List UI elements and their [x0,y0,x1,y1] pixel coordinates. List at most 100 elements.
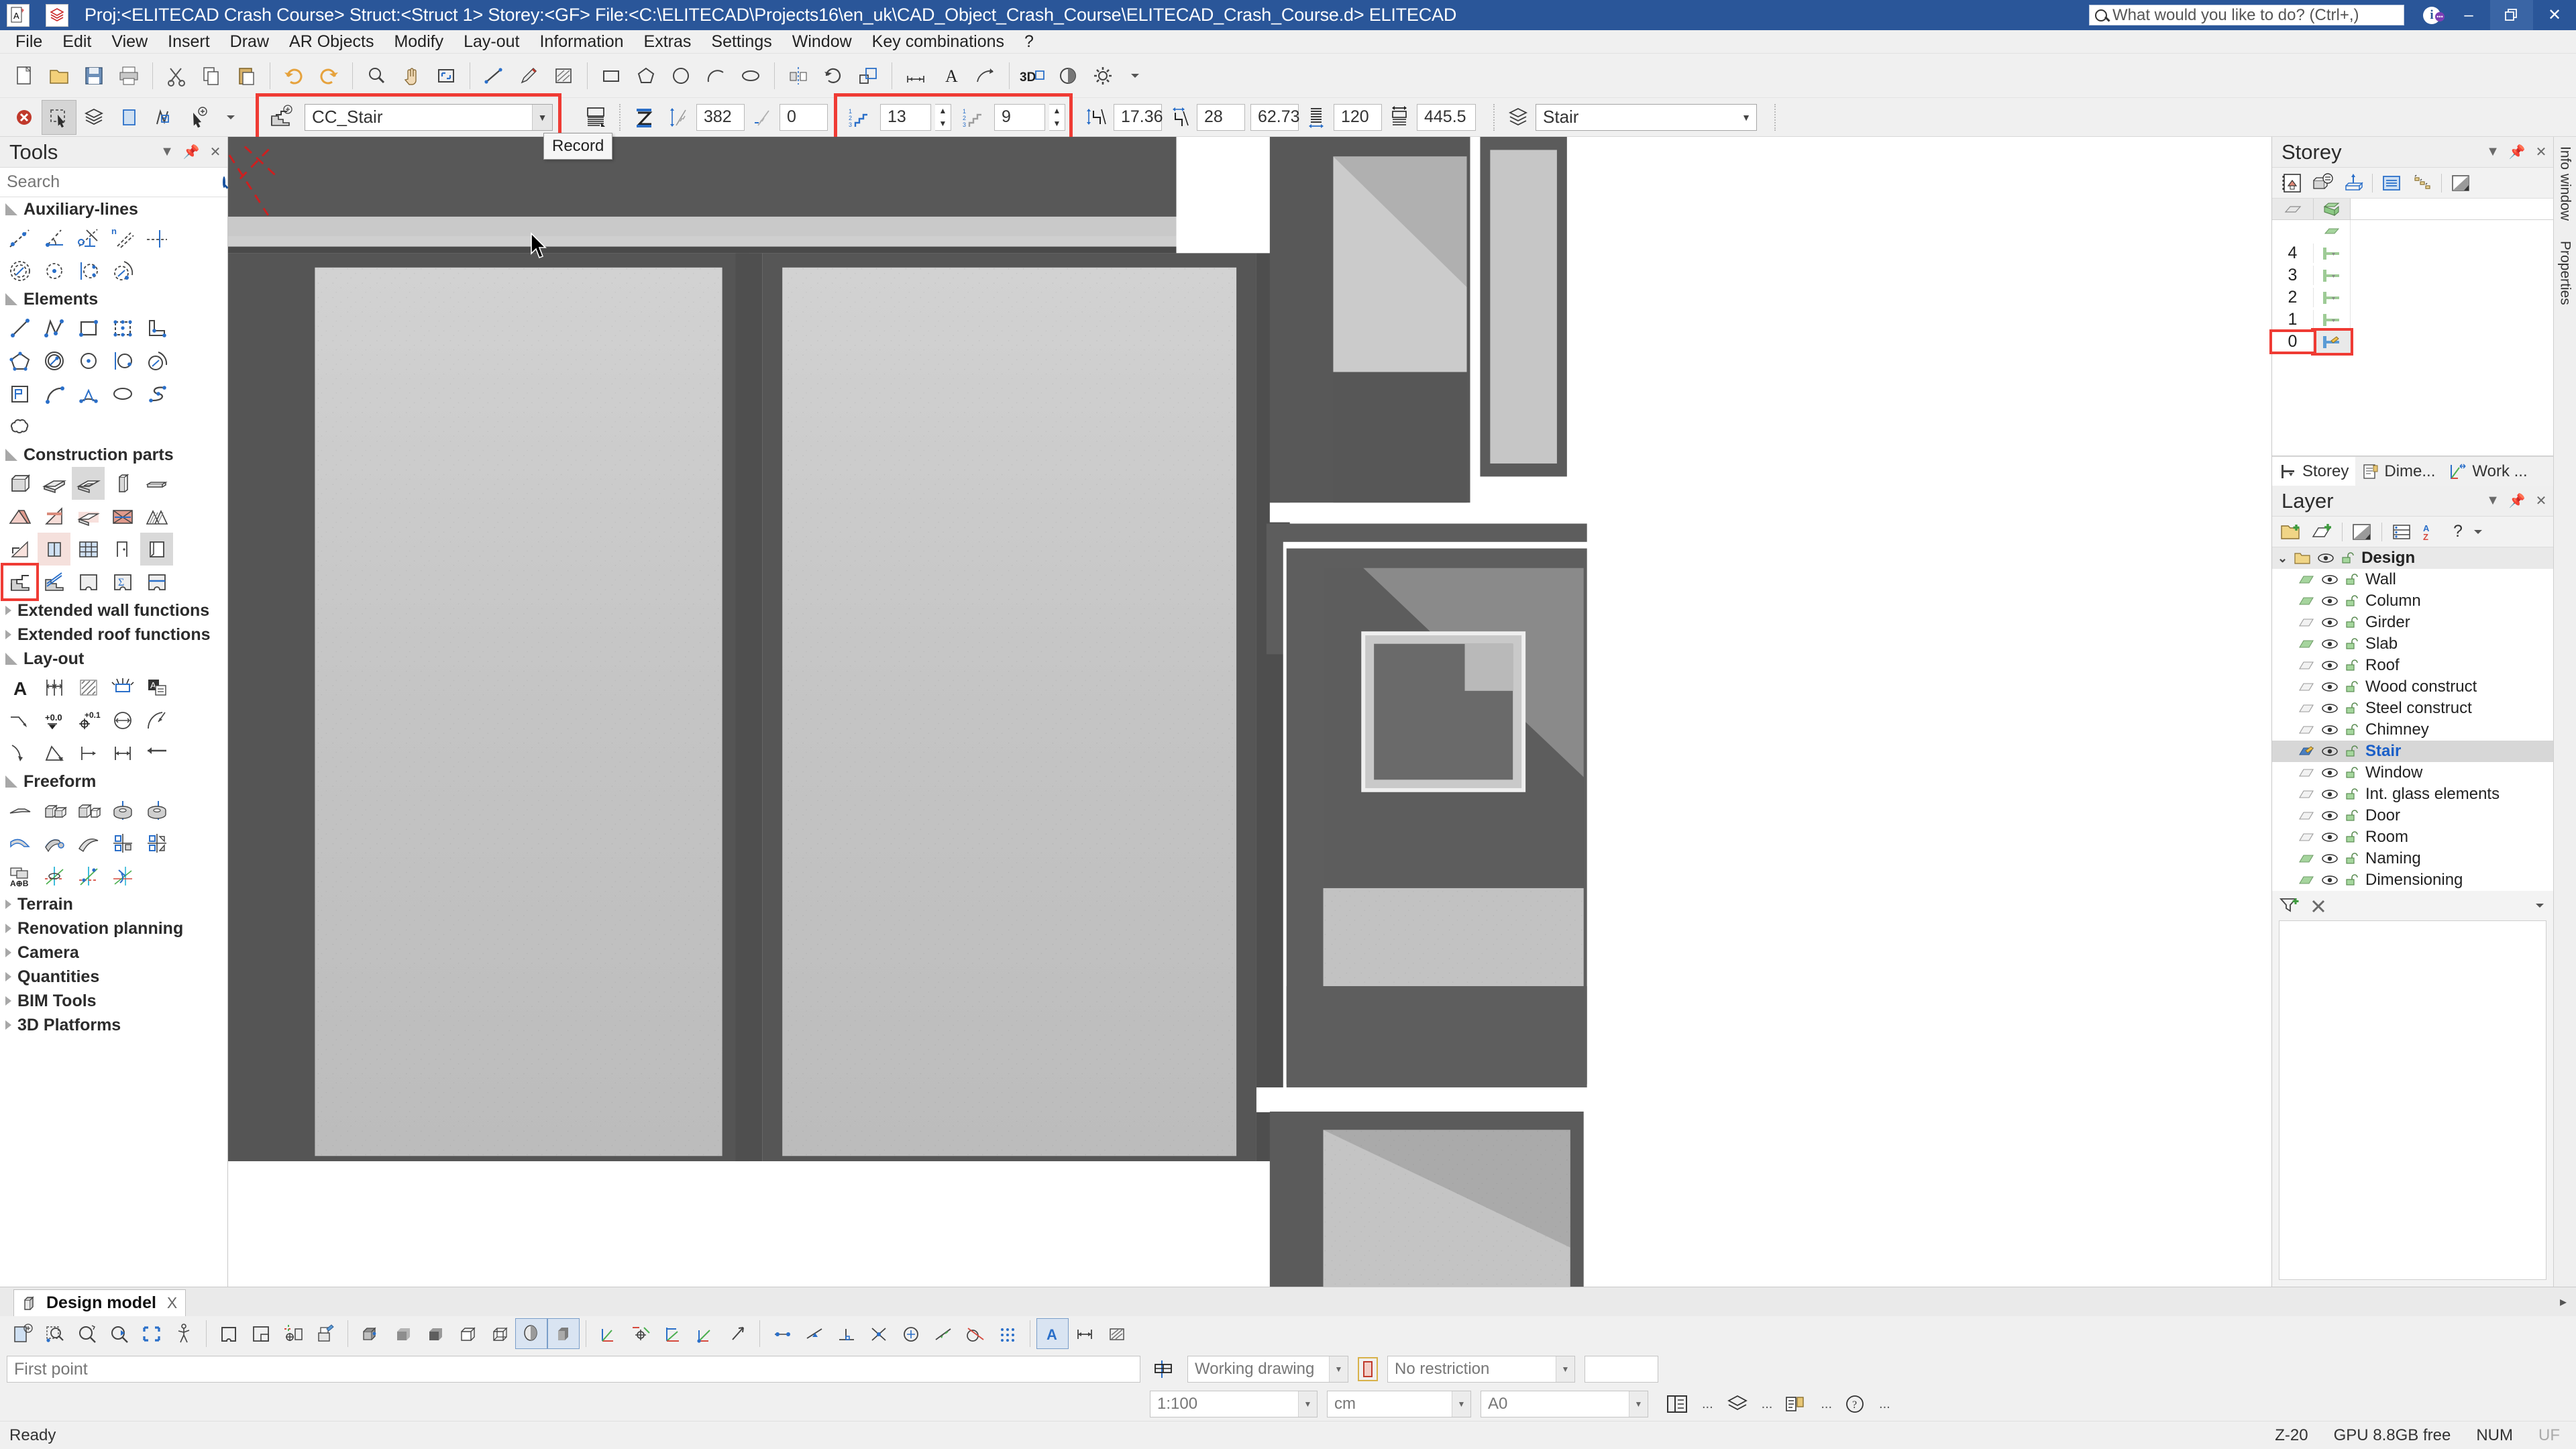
paper-size-combo[interactable]: A0 ▼ [1481,1391,1648,1417]
3d-hidden-icon[interactable] [483,1318,515,1349]
wall-icon[interactable] [3,467,36,500]
help-quick-icon[interactable]: ? [1844,1393,1867,1415]
snap-intersection-icon[interactable] [863,1318,895,1349]
freeform-solid-icon[interactable] [38,794,70,826]
span-dim-icon[interactable] [106,737,139,769]
window-grid-icon[interactable] [72,533,105,566]
filter-icon[interactable] [2279,896,2302,915]
info-button[interactable]: i ••• [2416,6,2447,24]
visibility-eye-icon[interactable] [2321,596,2339,606]
linear-dim-icon[interactable] [72,737,105,769]
layer-color-icon[interactable] [2298,810,2315,821]
room-divider-icon[interactable] [140,566,173,598]
hatch-fill-icon[interactable] [72,671,105,704]
aux-parallel-n-icon[interactable]: n [106,221,139,254]
pan-icon[interactable] [394,58,429,93]
visibility-eye-icon[interactable] [2321,724,2339,735]
layer-row[interactable]: Column [2272,590,2553,612]
storey-row[interactable]: 3 [2272,264,2553,286]
toolbar-overflow-icon[interactable] [1120,60,1150,91]
zoom-fit-icon[interactable] [136,1318,168,1349]
offset-icon[interactable] [745,100,780,135]
layer-row[interactable]: Window [2272,762,2553,784]
opening-icon[interactable] [140,533,173,566]
layer-properties-icon[interactable] [2386,518,2417,546]
visibility-eye-icon[interactable] [2321,703,2339,714]
layer-row[interactable]: Naming [2272,848,2553,869]
menu-item-window[interactable]: Window [782,30,862,54]
settings-gear-icon[interactable] [1085,58,1120,93]
rotate-icon[interactable] [816,58,851,93]
column-icon[interactable] [106,467,139,500]
zoom-in-icon[interactable] [71,1318,103,1349]
layer-row[interactable]: Room [2272,826,2553,848]
height-marker-icon[interactable]: +0.0 [38,704,70,737]
lock-open-icon[interactable] [2345,659,2359,672]
slab-opening-icon[interactable] [72,467,105,500]
lock-open-icon[interactable] [2345,638,2359,650]
help-overflow-icon[interactable]: ... [1879,1397,1890,1412]
menu-item-edit[interactable]: Edit [52,30,101,54]
menu-item-extras[interactable]: Extras [634,30,702,54]
freeform-plane-icon[interactable] [3,794,36,826]
lock-open-icon[interactable] [2341,552,2355,564]
storey-3d-icon[interactable] [2338,169,2369,197]
page-icon[interactable] [111,100,146,135]
layers-icon[interactable] [76,100,111,135]
chevron-down-icon[interactable]: ▼ [1329,1356,1348,1382]
rectangle-icon[interactable] [594,58,629,93]
mirror-icon[interactable] [781,58,816,93]
storey-exchange-icon[interactable] [2307,169,2338,197]
visibility-eye-icon[interactable] [2321,574,2339,585]
visibility-eye-icon[interactable] [2321,810,2339,821]
lock-open-icon[interactable] [2345,874,2359,886]
layer-color-icon[interactable] [2298,875,2315,885]
aux-circle-tangent-icon[interactable] [72,254,105,287]
layer-row[interactable]: Roof [2272,655,2553,676]
storey-level-icon[interactable] [2314,286,2351,309]
close-tab-icon[interactable]: X [167,1294,177,1312]
storey-row[interactable]: 2 [2272,286,2553,309]
3d-perspective-icon[interactable] [354,1318,386,1349]
rise-icon[interactable] [661,100,696,135]
freeform-revolve-icon[interactable] [106,794,139,826]
render-shade-icon[interactable] [515,1318,547,1349]
element-triangle-arc-icon[interactable] [72,377,105,410]
command-input[interactable]: First point [7,1356,1140,1383]
element-cloud-icon[interactable] [3,410,36,443]
close-icon[interactable]: ✕ [203,140,227,164]
zoom-all-icon[interactable] [429,58,464,93]
measure-overflow-icon[interactable]: ... [1821,1397,1832,1412]
ucs-plane-icon[interactable] [657,1318,689,1349]
point-height-icon[interactable]: +0.1 [72,704,105,737]
cut-icon[interactable] [159,58,194,93]
freeform-boolean-icon[interactable] [106,826,139,859]
tab-storey[interactable]: Storey [2272,456,2356,486]
panel-menu-icon[interactable]: ▼ [2481,140,2505,164]
stepper-down-icon[interactable]: ▼ [935,117,951,130]
freeform-extrude-icon[interactable] [72,794,105,826]
polygon-icon[interactable] [629,58,663,93]
stair-table-icon[interactable] [578,100,613,135]
visibility-eye-icon[interactable] [2321,682,2339,692]
select-mode-icon[interactable] [42,99,76,135]
visibility-eye-icon[interactable] [2321,853,2339,864]
element-concentric-icon[interactable] [38,344,70,377]
text-display-icon[interactable]: A [1036,1318,1069,1349]
save-icon[interactable] [76,58,111,93]
stepper-down-icon[interactable]: ▼ [1049,117,1065,130]
visibility-eye-icon[interactable] [2321,746,2339,757]
axis-curve-icon[interactable] [106,859,139,892]
room-icon[interactable] [72,566,105,598]
arc-icon[interactable] [698,58,733,93]
stair-width-icon[interactable] [1299,100,1334,135]
storey-row-selected[interactable]: 0 [2269,328,2553,356]
layer-row[interactable]: Girder [2272,612,2553,633]
group-extended-wall-functions[interactable]: Extended wall functions [0,598,227,623]
text-block-icon[interactable]: A [140,671,173,704]
layer-color-icon[interactable] [2298,639,2315,649]
curve-dim-icon[interactable] [968,58,1003,93]
layer-filter-list[interactable] [2279,920,2546,1280]
tab-work-plane[interactable]: Work ... [2442,457,2534,486]
lock-open-icon[interactable] [2345,831,2359,843]
